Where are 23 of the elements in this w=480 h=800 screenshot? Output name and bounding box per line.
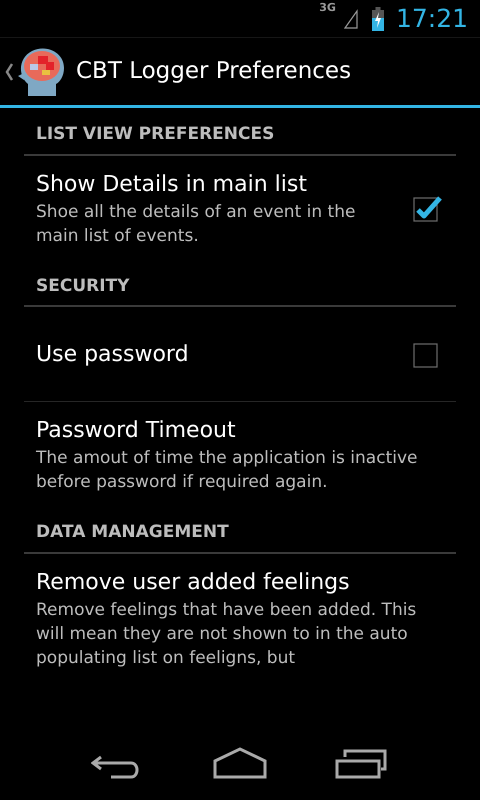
battery-charging-icon — [372, 6, 384, 30]
preference-title: Show Details in main list — [36, 170, 308, 198]
clock: 17:21 — [396, 6, 468, 31]
app-icon[interactable] — [16, 46, 66, 98]
category-header: LIST VIEW PREFERENCES — [24, 108, 456, 156]
preference-summary: Remove feelings that have been added. This will mean they are not shown to in the auto populating list on feeligns, but — [36, 598, 418, 670]
preference-summary: Shoe all the details of an event in the main list of events. — [36, 200, 356, 248]
preference-item[interactable]: Password Timeout The amout of time the application is inactive before password if required again. — [24, 401, 456, 506]
preference-title: Password Timeout — [36, 417, 237, 445]
preference-item[interactable]: Show Details in main list Shoe all the details of an event in the main list of events. — [0, 156, 480, 260]
preference-title: Remove user added feelings — [36, 568, 351, 596]
signal-icon — [344, 8, 358, 28]
category-header: SECURITY — [24, 260, 456, 307]
screen-title: CBT Logger Preferences — [76, 57, 352, 86]
category-header: DATA MANAGEMENT — [24, 506, 456, 554]
recent-apps-icon[interactable] — [335, 747, 389, 779]
preference-item[interactable]: Use password — [0, 307, 480, 401]
up-caret-icon[interactable] — [4, 62, 14, 82]
preference-summary: The amout of time the application is inactive before password if required again. — [36, 447, 418, 494]
network-type: 3G — [319, 0, 336, 16]
preference-item[interactable]: Remove user added feelings Remove feelings that have been added. This will mean they are not shown to in the auto populating list on feeligns, but — [0, 554, 480, 682]
home-icon[interactable] — [213, 747, 267, 779]
preference-title: Use password — [36, 341, 190, 369]
